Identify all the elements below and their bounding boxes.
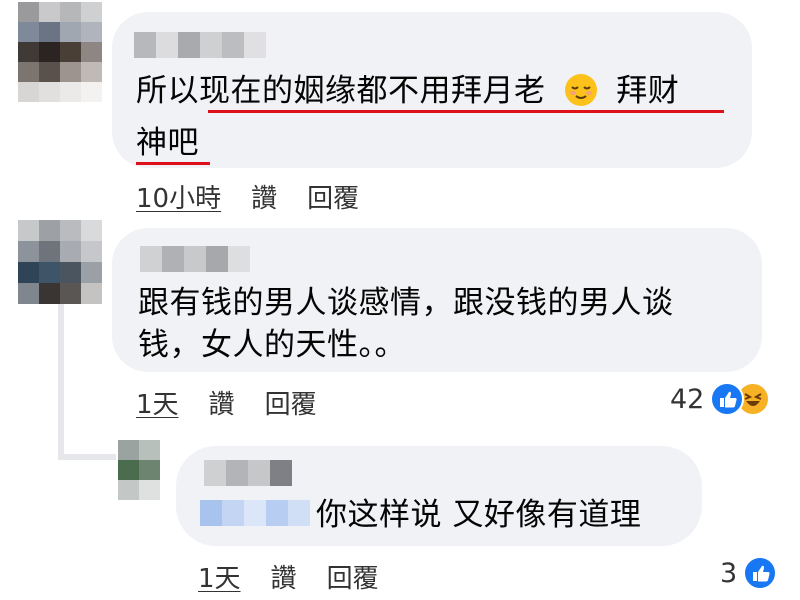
thumbs-up-icon <box>710 382 745 416</box>
comment-bubble: 所以现在的姻缘都不用拜月老 拜财 神吧 <box>112 12 752 168</box>
thumbs-up-icon <box>743 556 778 590</box>
relieved-face-icon <box>564 73 598 107</box>
reaction-summary[interactable]: 3 <box>720 556 778 590</box>
comment-bubble: 你这样说 又好像有道理 <box>176 446 702 546</box>
timestamp-link[interactable]: 1天 <box>198 558 241 595</box>
comment-bubble: 跟有钱的男人谈感情，跟没钱的男人谈 钱，女人的天性。。 <box>112 228 762 372</box>
reaction-summary[interactable]: 42 <box>670 382 771 416</box>
reaction-count: 42 <box>670 383 705 415</box>
comment-text: 所以现在的姻缘都不用拜月老 拜财 <box>136 73 680 109</box>
comment-text-line2: 神吧 <box>136 125 199 161</box>
reply-button[interactable]: 回覆 <box>265 384 317 421</box>
commenter-name[interactable] <box>204 460 292 486</box>
comment-text: 你这样说 又好像有道理 <box>316 497 642 533</box>
thread-line <box>58 304 64 460</box>
highlight-underline <box>208 110 724 113</box>
reply-button[interactable]: 回覆 <box>327 558 379 595</box>
reaction-count: 3 <box>720 557 738 589</box>
commenter-name[interactable] <box>140 246 250 272</box>
like-button[interactable]: 讚 <box>251 178 277 215</box>
like-button[interactable]: 讚 <box>209 384 235 421</box>
comment-text-line2: 钱，女人的天性。。 <box>138 327 406 363</box>
comment-text: 跟有钱的男人谈感情，跟没钱的男人谈 <box>138 285 674 321</box>
avatar[interactable] <box>18 2 102 102</box>
mention-tag[interactable] <box>200 500 310 526</box>
comment-actions: 1天 讚 回覆 <box>136 384 347 421</box>
timestamp-link[interactable]: 10小時 <box>136 178 221 215</box>
commenter-name[interactable] <box>134 32 266 58</box>
thread-line <box>58 454 116 460</box>
reply-button[interactable]: 回覆 <box>307 178 359 215</box>
highlight-underline <box>136 162 210 165</box>
comment-actions: 10小時 讚 回覆 <box>136 178 389 215</box>
comment-actions: 1天 讚 回覆 <box>198 558 409 595</box>
timestamp-link[interactable]: 1天 <box>136 384 179 421</box>
like-button[interactable]: 讚 <box>271 558 297 595</box>
avatar[interactable] <box>118 440 160 500</box>
avatar[interactable] <box>18 220 102 304</box>
